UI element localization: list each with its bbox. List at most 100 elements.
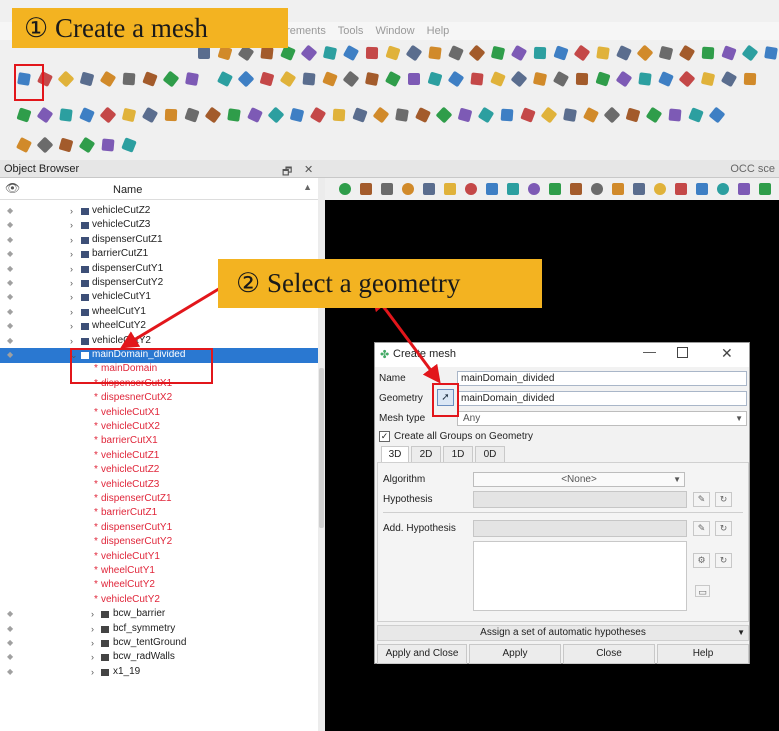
toolbar-tool-icon[interactable] bbox=[36, 106, 54, 124]
toolbar-tool-icon[interactable] bbox=[79, 71, 95, 87]
toolbar-tool-icon[interactable] bbox=[477, 106, 495, 124]
tab-3d[interactable]: 3D bbox=[381, 446, 409, 462]
viewer-tool-icon[interactable] bbox=[673, 181, 689, 197]
toolbar-tool-icon[interactable] bbox=[162, 70, 180, 88]
expand-right-icon[interactable]: › bbox=[70, 319, 73, 333]
viewer-tool-icon[interactable] bbox=[589, 181, 605, 197]
viewer-tool-icon[interactable] bbox=[610, 181, 626, 197]
expand-right-icon[interactable]: › bbox=[91, 636, 94, 650]
visibility-eye-icon[interactable]: ◆ bbox=[7, 204, 13, 218]
toolbar-tool-icon[interactable] bbox=[637, 71, 653, 87]
toolbar-tool-icon[interactable] bbox=[267, 106, 285, 124]
toolbar-tool-icon[interactable] bbox=[184, 107, 200, 123]
toolbar-tool-icon[interactable] bbox=[237, 70, 255, 88]
toolbar-tool-icon[interactable] bbox=[688, 107, 704, 123]
toolbar-tool-icon[interactable] bbox=[16, 107, 32, 123]
toolbar-tool-icon[interactable] bbox=[342, 70, 360, 88]
toolbar-tool-icon[interactable] bbox=[322, 71, 338, 87]
refresh-list-icon[interactable]: ↻ bbox=[715, 553, 732, 568]
tree-row[interactable]: * vehicleCutY1 bbox=[0, 550, 318, 564]
toolbar-tool-icon[interactable] bbox=[678, 44, 696, 62]
toolbar-tool-icon[interactable] bbox=[141, 106, 159, 124]
dialog-close-icon[interactable]: ✕ bbox=[721, 345, 733, 362]
viewer-tool-icon[interactable] bbox=[715, 181, 731, 197]
tree-row[interactable]: * barrierCutX1 bbox=[0, 434, 318, 448]
tree-row[interactable]: * vehicleCutZ3 bbox=[0, 478, 318, 492]
toolbar-tool-icon[interactable] bbox=[121, 137, 137, 153]
viewer-tool-icon[interactable] bbox=[400, 181, 416, 197]
visibility-eye-icon[interactable]: ◆ bbox=[7, 348, 13, 362]
viewer-tool-icon[interactable] bbox=[337, 181, 353, 197]
help-button[interactable]: Help bbox=[657, 644, 749, 664]
edit-list-icon[interactable]: ⚙ bbox=[693, 553, 710, 568]
viewer-tool-icon[interactable] bbox=[652, 181, 668, 197]
toolbar-tool-icon[interactable] bbox=[435, 106, 453, 124]
viewer-tool-icon[interactable] bbox=[757, 181, 773, 197]
tab-1d[interactable]: 1D bbox=[443, 446, 473, 462]
menu-tools[interactable]: Tools bbox=[338, 25, 364, 37]
toolbar-tool-icon[interactable] bbox=[645, 106, 663, 124]
viewer-tool-icon[interactable] bbox=[568, 181, 584, 197]
tree-row[interactable]: ◆ › x1_19 bbox=[0, 665, 318, 679]
maximize-icon[interactable] bbox=[677, 347, 688, 358]
toolbar-tool-icon[interactable] bbox=[532, 45, 548, 61]
toolbar-tool-icon[interactable] bbox=[184, 71, 200, 87]
toolbar-tool-icon[interactable] bbox=[468, 44, 486, 62]
visibility-eye-icon[interactable]: ◆ bbox=[7, 607, 13, 621]
expand-right-icon[interactable]: › bbox=[91, 650, 94, 664]
toolbar-tool-icon[interactable] bbox=[520, 107, 536, 123]
close-button[interactable]: Close bbox=[563, 644, 655, 664]
toolbar-tool-icon[interactable] bbox=[615, 70, 633, 88]
tree-row[interactable]: * vehicleCutZ2 bbox=[0, 463, 318, 477]
viewer-tool-icon[interactable] bbox=[736, 181, 752, 197]
tree-row[interactable]: * vehicleCutY2 bbox=[0, 593, 318, 607]
toolbar-tool-icon[interactable] bbox=[553, 45, 569, 61]
toolbar-tool-icon[interactable] bbox=[247, 107, 263, 123]
toolbar-tool-icon[interactable] bbox=[204, 106, 222, 124]
visibility-eye-icon[interactable]: ◆ bbox=[7, 636, 13, 650]
toolbar-tool-icon[interactable] bbox=[720, 70, 738, 88]
expand-right-icon[interactable]: › bbox=[70, 262, 73, 276]
toolbar-tool-icon[interactable] bbox=[582, 106, 600, 124]
viewer-tool-icon[interactable] bbox=[484, 181, 500, 197]
expand-right-icon[interactable]: › bbox=[70, 290, 73, 304]
tab-0d[interactable]: 0D bbox=[475, 446, 505, 462]
toolbar-tool-icon[interactable] bbox=[342, 44, 360, 62]
toolbar-tool-icon[interactable] bbox=[121, 71, 137, 87]
toolbar-tool-icon[interactable] bbox=[499, 107, 515, 123]
viewer-tool-icon[interactable] bbox=[463, 181, 479, 197]
expand-right-icon[interactable]: › bbox=[70, 218, 73, 232]
toolbar-tool-icon[interactable] bbox=[279, 70, 297, 88]
tree-row[interactable]: ◆ › bcf_symmetry bbox=[0, 622, 318, 636]
toolbar-tool-icon[interactable] bbox=[100, 137, 116, 153]
viewer-tool-icon[interactable] bbox=[631, 181, 647, 197]
visibility-eye-icon[interactable]: ◆ bbox=[7, 319, 13, 333]
viewer-tool-icon[interactable] bbox=[442, 181, 458, 197]
menu-window[interactable]: Window bbox=[375, 25, 414, 37]
tree-row[interactable]: ◆ › dispenserCutZ1 bbox=[0, 233, 318, 247]
add-hypothesis-list[interactable] bbox=[473, 541, 687, 611]
visibility-eye-icon[interactable]: ◆ bbox=[7, 233, 13, 247]
toolbar-tool-icon[interactable] bbox=[57, 70, 75, 88]
toolbar-tool-icon[interactable] bbox=[490, 45, 506, 61]
tree-row[interactable]: * barrierCutZ1 bbox=[0, 506, 318, 520]
expand-right-icon[interactable]: › bbox=[91, 622, 94, 636]
toolbar-tool-icon[interactable] bbox=[678, 70, 696, 88]
visibility-eye-icon[interactable]: ◆ bbox=[7, 247, 13, 261]
scrollbar-thumb[interactable] bbox=[319, 368, 324, 528]
toolbar-tool-icon[interactable] bbox=[372, 106, 390, 124]
toolbar-tool-icon[interactable] bbox=[448, 45, 464, 61]
visibility-eye-icon[interactable]: ◆ bbox=[7, 665, 13, 679]
toolbar-tool-icon[interactable] bbox=[616, 45, 632, 61]
toolbar-tool-icon[interactable] bbox=[595, 45, 611, 61]
viewer-tool-icon[interactable] bbox=[358, 181, 374, 197]
toolbar-tool-icon[interactable] bbox=[15, 136, 33, 154]
toolbar-tool-icon[interactable] bbox=[121, 107, 137, 123]
toolbar-tool-icon[interactable] bbox=[658, 45, 674, 61]
toolbar-tool-icon[interactable] bbox=[58, 137, 74, 153]
name-field[interactable]: mainDomain_divided bbox=[457, 371, 747, 386]
apply-button[interactable]: Apply bbox=[469, 644, 561, 664]
tree-row[interactable]: * wheelCutY2 bbox=[0, 578, 318, 592]
tree-row[interactable]: * dispenserCutY2 bbox=[0, 535, 318, 549]
expand-right-icon[interactable]: › bbox=[70, 276, 73, 290]
